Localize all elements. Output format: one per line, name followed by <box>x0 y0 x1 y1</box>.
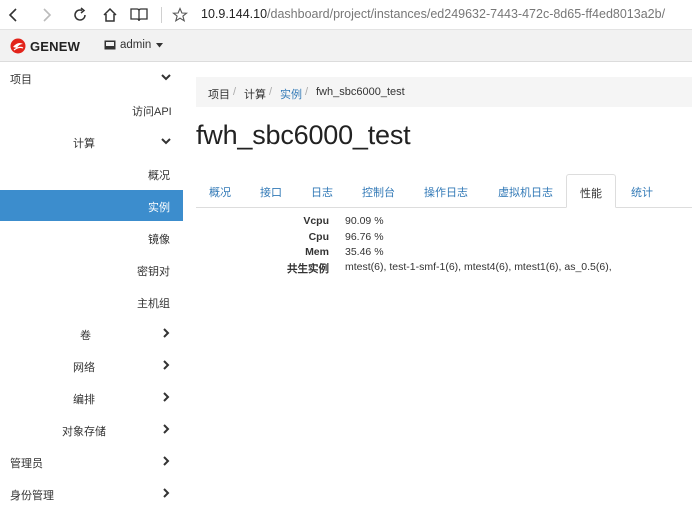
breadcrumb-item-compute: 计算 <box>244 89 266 101</box>
app-header: GENEW admin <box>0 30 692 62</box>
sidebar-item-label: 概况 <box>148 170 170 182</box>
coexisting-instances-value: mtest(6), test-1-smf-1(6), mtest4(6), mt… <box>345 261 612 273</box>
url-path: /dashboard/project/instances/ed249632-74… <box>267 7 666 21</box>
breadcrumb: 项目 / 计算 / 实例 / fwh_sbc6000_test <box>196 77 692 107</box>
favorite-star-icon[interactable] <box>170 5 190 25</box>
sidebar-item-admin[interactable]: 管理员 <box>0 446 183 477</box>
chevron-down-icon <box>161 138 171 145</box>
forward-icon[interactable] <box>36 5 56 25</box>
sidebar-item-volumes[interactable]: 卷 <box>0 318 183 349</box>
sidebar-item-instances[interactable]: 实例 <box>0 190 183 221</box>
genew-logo-icon <box>10 38 26 54</box>
toolbar-divider <box>161 7 162 23</box>
breadcrumb-separator: / <box>233 86 237 98</box>
tab-label: 接口 <box>260 187 282 199</box>
breadcrumb-item-project: 项目 <box>208 89 230 101</box>
user-menu-label: admin <box>120 39 152 51</box>
genew-logo[interactable]: GENEW <box>10 38 80 54</box>
tab-label: 操作日志 <box>424 187 468 199</box>
sidebar-item-identity[interactable]: 身份管理 <box>0 478 183 509</box>
logo-text: GENEW <box>30 38 81 54</box>
cpu-value: 96.76 % <box>345 231 384 243</box>
sidebar-item-label: 镜像 <box>148 234 170 246</box>
tab-label: 日志 <box>311 187 333 199</box>
sidebar-item-label: 主机组 <box>137 298 170 310</box>
tab-label: 统计 <box>631 187 653 199</box>
sidebar-item-images[interactable]: 镜像 <box>0 222 183 253</box>
vcpu-value: 90.09 % <box>345 215 384 227</box>
reload-icon[interactable] <box>70 5 90 25</box>
sidebar-item-key-pairs[interactable]: 密钥对 <box>0 254 183 285</box>
chevron-right-icon <box>163 456 170 466</box>
chevron-down-icon <box>161 74 171 81</box>
breadcrumb-separator: / <box>305 86 309 98</box>
breadcrumb-separator: / <box>269 86 273 98</box>
coexisting-instances-label: 共生实例 <box>287 263 329 275</box>
breadcrumb-item-instances[interactable]: 实例 <box>280 86 302 102</box>
sidebar-item-label: 卷 <box>80 330 91 342</box>
chevron-right-icon <box>163 328 170 338</box>
sidebar-item-label: 网络 <box>73 362 95 374</box>
tab-console[interactable]: 控制台 <box>350 174 402 207</box>
project-user-dropdown[interactable]: admin <box>104 39 164 51</box>
sidebar-item-label: 对象存储 <box>62 426 106 438</box>
tab-label: 概况 <box>209 187 231 199</box>
tab-action-log[interactable]: 操作日志 <box>412 174 474 207</box>
tab-log[interactable]: 日志 <box>300 174 342 207</box>
chevron-right-icon <box>163 488 170 498</box>
cpu-label: Cpu <box>308 231 329 243</box>
sidebar-item-server-groups[interactable]: 主机组 <box>0 286 183 317</box>
address-bar[interactable]: 10.9.144.10/dashboard/project/instances/… <box>201 7 665 21</box>
page-title: fwh_sbc6000_test <box>196 120 411 150</box>
sidebar-item-label: 密钥对 <box>137 266 170 278</box>
sidebar-item-label: 管理员 <box>10 458 43 470</box>
tab-performance[interactable]: 性能 <box>566 174 616 208</box>
sidebar-item-overview[interactable]: 概况 <box>0 158 183 189</box>
tab-label: 控制台 <box>362 187 395 199</box>
sidebar: 项目 访问API 计算 概况 实例 镜像 密钥对 主机组 卷 网络 编排 对象存… <box>0 62 183 514</box>
reading-view-icon[interactable] <box>129 5 149 25</box>
sidebar-item-label: 身份管理 <box>10 490 54 502</box>
sidebar-item-label: 实例 <box>148 202 170 214</box>
vcpu-label: Vcpu <box>303 215 329 227</box>
sidebar-item-project[interactable]: 项目 <box>0 62 183 93</box>
breadcrumb-item-current: fwh_sbc6000_test <box>316 86 405 98</box>
chevron-right-icon <box>163 392 170 402</box>
sidebar-item-label: 计算 <box>73 138 95 150</box>
chevron-right-icon <box>163 360 170 370</box>
sidebar-item-label: 访问API <box>132 106 172 118</box>
tab-label: 性能 <box>580 188 602 200</box>
sidebar-item-network[interactable]: 网络 <box>0 350 183 381</box>
tab-label: 虚拟机日志 <box>498 187 553 199</box>
tab-vm-log[interactable]: 虚拟机日志 <box>486 174 560 207</box>
tab-interfaces[interactable]: 接口 <box>248 174 290 207</box>
sidebar-item-orchestration[interactable]: 编排 <box>0 382 183 413</box>
monitor-icon <box>104 40 116 50</box>
sidebar-item-object-store[interactable]: 对象存储 <box>0 414 183 445</box>
browser-toolbar: 10.9.144.10/dashboard/project/instances/… <box>0 0 692 30</box>
back-icon[interactable] <box>4 5 24 25</box>
url-host: 10.9.144.10 <box>201 7 268 21</box>
instance-detail-tabs: 概况 接口 日志 控制台 操作日志 虚拟机日志 性能 统计 <box>196 174 692 208</box>
tab-overview[interactable]: 概况 <box>196 174 244 207</box>
mem-value: 35.46 % <box>345 246 384 258</box>
tab-statistics[interactable]: 统计 <box>620 174 662 207</box>
caret-down-icon <box>156 42 164 47</box>
sidebar-item-access-api[interactable]: 访问API <box>0 94 183 125</box>
home-icon[interactable] <box>100 5 120 25</box>
sidebar-item-label: 编排 <box>73 394 95 406</box>
sidebar-item-compute[interactable]: 计算 <box>0 126 183 157</box>
chevron-right-icon <box>163 424 170 434</box>
sidebar-item-label: 项目 <box>10 74 32 86</box>
mem-label: Mem <box>305 246 329 258</box>
